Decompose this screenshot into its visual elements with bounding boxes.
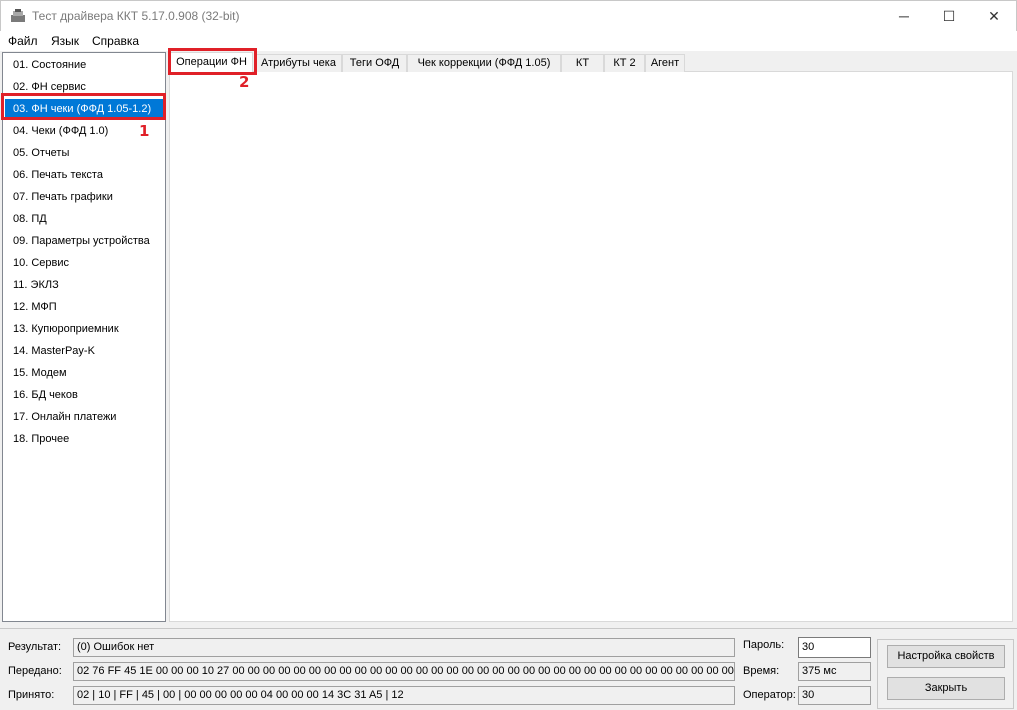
time-field: 375 мс xyxy=(798,662,871,681)
minimize-button[interactable]: ─ xyxy=(881,1,927,32)
annotation-marker-1: 1 xyxy=(139,122,150,140)
nav-item-receipt-db[interactable]: 16. БД чеков xyxy=(5,385,164,405)
tab-agent[interactable]: Агент xyxy=(645,54,685,72)
password-label: Пароль: xyxy=(743,639,785,651)
nav-item-service[interactable]: 10. Сервис xyxy=(5,253,164,273)
nav-item-status[interactable]: 01. Состояние xyxy=(5,55,164,75)
nav-item-device-params[interactable]: 09. Параметры устройства xyxy=(5,231,164,251)
nav-item-pd[interactable]: 08. ПД xyxy=(5,209,164,229)
nav-item-mfp[interactable]: 12. МФП xyxy=(5,297,164,317)
nav-item-print-text[interactable]: 06. Печать текста xyxy=(5,165,164,185)
result-label: Результат: xyxy=(8,641,62,653)
nav-item-reports[interactable]: 05. Отчеты xyxy=(5,143,164,163)
nav-item-print-graphics[interactable]: 07. Печать графики xyxy=(5,187,164,207)
nav-item-online-payments[interactable]: 17. Онлайн платежи xyxy=(5,407,164,427)
close-button[interactable]: Закрыть xyxy=(887,677,1005,700)
received-label: Принято: xyxy=(8,689,55,701)
close-window-button[interactable]: ✕ xyxy=(971,1,1017,32)
title-bar: Тест драйвера ККТ 5.17.0.908 (32-bit) ─ … xyxy=(0,0,1017,31)
time-label: Время: xyxy=(743,665,780,677)
menu-help[interactable]: Справка xyxy=(92,34,139,48)
received-field: 02 | 10 | FF | 45 | 00 | 00 00 00 00 00 … xyxy=(73,686,735,705)
password-input[interactable]: 30 xyxy=(798,637,871,658)
annotation-marker-2: 2 xyxy=(239,73,250,91)
menu-bar: Файл Язык Справка xyxy=(0,31,1017,51)
action-button-group: Настройка свойств Закрыть xyxy=(877,639,1014,709)
window-title: Тест драйвера ККТ 5.17.0.908 (32-bit) xyxy=(32,9,240,23)
tab-kt[interactable]: КТ xyxy=(561,54,604,72)
operator-label: Оператор: xyxy=(743,689,796,701)
tab-receipt-attributes[interactable]: Атрибуты чека xyxy=(255,54,342,72)
menu-file[interactable]: Файл xyxy=(8,34,38,48)
highlight-frame-tab xyxy=(168,48,257,75)
status-panel: Результат: (0) Ошибок нет Передано: 02 7… xyxy=(0,628,1017,710)
tab-content-panel xyxy=(169,71,1013,622)
sent-field: 02 76 FF 45 1E 00 00 00 10 27 00 00 00 0… xyxy=(73,662,735,681)
sent-label: Передано: xyxy=(8,665,62,677)
tab-correction-receipt[interactable]: Чек коррекции (ФФД 1.05) xyxy=(407,54,561,72)
nav-item-other[interactable]: 18. Прочее xyxy=(5,429,164,449)
maximize-button[interactable]: ☐ xyxy=(926,1,972,32)
menu-language[interactable]: Язык xyxy=(51,34,79,48)
operator-field: 30 xyxy=(798,686,871,705)
highlight-frame-nav xyxy=(1,93,166,120)
nav-item-modem[interactable]: 15. Модем xyxy=(5,363,164,383)
tab-ofd-tags[interactable]: Теги ОФД xyxy=(342,54,407,72)
nav-item-masterpay[interactable]: 14. MasterPay-K xyxy=(5,341,164,361)
nav-item-eklz[interactable]: 11. ЭКЛЗ xyxy=(5,275,164,295)
settings-button[interactable]: Настройка свойств xyxy=(887,645,1005,668)
result-field: (0) Ошибок нет xyxy=(73,638,735,657)
nav-item-bill-acceptor[interactable]: 13. Купюроприемник xyxy=(5,319,164,339)
tab-kt2[interactable]: КТ 2 xyxy=(604,54,645,72)
app-icon xyxy=(11,9,25,22)
